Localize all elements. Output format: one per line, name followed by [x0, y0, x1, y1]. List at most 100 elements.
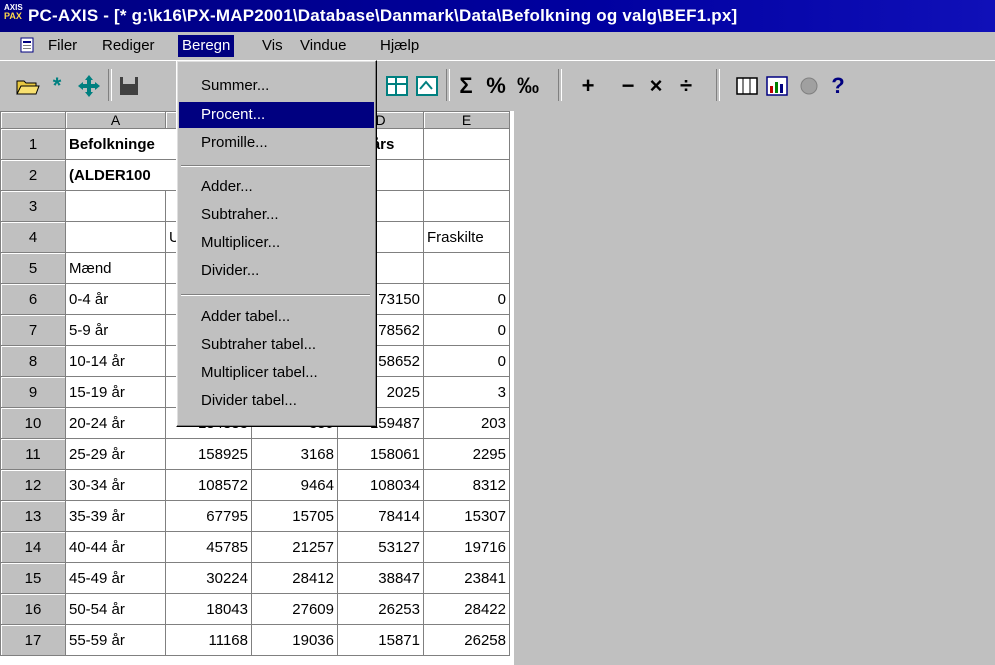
- grid-cell[interactable]: 15705: [251, 500, 338, 532]
- sum-button[interactable]: Σ: [454, 73, 478, 99]
- row-header[interactable]: 8: [0, 345, 66, 377]
- grid-cell[interactable]: 28412: [251, 562, 338, 594]
- row-header[interactable]: 1: [0, 128, 66, 160]
- pivot-table-icon[interactable]: [414, 73, 440, 99]
- grid-cell[interactable]: [65, 190, 166, 222]
- grid-cell[interactable]: 38847: [337, 562, 424, 594]
- add-button[interactable]: +: [576, 73, 600, 99]
- grid-cell[interactable]: 67795: [165, 500, 252, 532]
- grid-cell[interactable]: 25-29 år: [65, 438, 166, 470]
- row-header[interactable]: 7: [0, 314, 66, 346]
- grid-cell[interactable]: 0: [423, 283, 510, 315]
- grid-cell[interactable]: 40-44 år: [65, 531, 166, 563]
- grid-cell[interactable]: 10-14 år: [65, 345, 166, 377]
- menu-filer[interactable]: Filer: [44, 35, 81, 57]
- grid-cell[interactable]: 19036: [251, 624, 338, 656]
- grid-cell[interactable]: 21257: [251, 531, 338, 563]
- save-disk-icon[interactable]: [116, 73, 142, 99]
- row-header[interactable]: 3: [0, 190, 66, 222]
- multiply-button[interactable]: ×: [644, 73, 668, 99]
- grid-cell[interactable]: 30224: [165, 562, 252, 594]
- grid-cell[interactable]: 27609: [251, 593, 338, 625]
- row-header[interactable]: 2: [0, 159, 66, 191]
- row-header[interactable]: 17: [0, 624, 66, 656]
- menu-item-multiplicer[interactable]: Multiplicer...: [179, 230, 374, 256]
- grid-cell[interactable]: 78414: [337, 500, 424, 532]
- grid-cell[interactable]: 26253: [337, 593, 424, 625]
- menu-item-subtraher[interactable]: Subtraher...: [179, 202, 374, 228]
- row-header[interactable]: 15: [0, 562, 66, 594]
- menu-rediger[interactable]: Rediger: [98, 35, 159, 57]
- menu-item-adder[interactable]: Adder...: [179, 174, 374, 200]
- grid-cell[interactable]: 158061: [337, 438, 424, 470]
- menu-item-promille[interactable]: Promille...: [179, 130, 374, 156]
- grid-cell[interactable]: 18043: [165, 593, 252, 625]
- grid-cell[interactable]: (ALDER100: [65, 159, 166, 191]
- menu-item-procent[interactable]: Procent...: [179, 102, 374, 128]
- grid-cell[interactable]: [423, 128, 510, 160]
- pcaxis-app-icon[interactable]: AXIS PAX: [4, 4, 24, 28]
- menu-beregn[interactable]: Beregn: [178, 35, 235, 57]
- menu-hjaelp[interactable]: Hjælp: [376, 35, 423, 57]
- document-icon[interactable]: [18, 36, 36, 54]
- menu-item-multiplicer-tabel[interactable]: Multiplicer tabel...: [179, 360, 374, 386]
- menu-item-adder-tabel[interactable]: Adder tabel...: [179, 304, 374, 330]
- grid-cell[interactable]: 203: [423, 407, 510, 439]
- grid-cell[interactable]: 28422: [423, 593, 510, 625]
- column-header-e[interactable]: E: [423, 111, 510, 129]
- row-header[interactable]: 10: [0, 407, 66, 439]
- grid-cell[interactable]: 15871: [337, 624, 424, 656]
- row-header[interactable]: 5: [0, 252, 66, 284]
- grid-cell[interactable]: 45785: [165, 531, 252, 563]
- grid-cell[interactable]: 19716: [423, 531, 510, 563]
- grid-cell[interactable]: 35-39 år: [65, 500, 166, 532]
- grid-cell[interactable]: [423, 190, 510, 222]
- row-header[interactable]: 4: [0, 221, 66, 253]
- menu-item-summer[interactable]: Summer...: [179, 73, 374, 99]
- grid-cell[interactable]: [423, 252, 510, 284]
- grid-cell[interactable]: 3168: [251, 438, 338, 470]
- menu-vindue[interactable]: Vindue: [296, 35, 350, 57]
- grid-cell[interactable]: 11168: [165, 624, 252, 656]
- row-header[interactable]: 12: [0, 469, 66, 501]
- menu-item-subtraher-tabel[interactable]: Subtraher tabel...: [179, 332, 374, 358]
- grid-cell[interactable]: 5-9 år: [65, 314, 166, 346]
- grid-cell[interactable]: Mænd: [65, 252, 166, 284]
- grid-cell[interactable]: 45-49 år: [65, 562, 166, 594]
- column-header-a[interactable]: A: [65, 111, 166, 129]
- permille-button[interactable]: ‰: [514, 73, 542, 99]
- grid-cell[interactable]: 26258: [423, 624, 510, 656]
- grid-cell[interactable]: 2295: [423, 438, 510, 470]
- map-globe-icon[interactable]: [796, 73, 822, 99]
- grid-cell[interactable]: 0: [423, 345, 510, 377]
- row-header[interactable]: 9: [0, 376, 66, 408]
- table-view-icon[interactable]: [734, 73, 760, 99]
- grid-cell[interactable]: 20-24 år: [65, 407, 166, 439]
- grid-cell[interactable]: 9464: [251, 469, 338, 501]
- row-header[interactable]: 11: [0, 438, 66, 470]
- grid-cell[interactable]: 158925: [165, 438, 252, 470]
- grid-cell[interactable]: 0: [423, 314, 510, 346]
- grid-cell[interactable]: 8312: [423, 469, 510, 501]
- corner-cell[interactable]: [0, 111, 66, 129]
- grid-cell[interactable]: 15307: [423, 500, 510, 532]
- grid-cell[interactable]: 55-59 år: [65, 624, 166, 656]
- move-arrows-icon[interactable]: [76, 73, 102, 99]
- grid-cell[interactable]: 50-54 år: [65, 593, 166, 625]
- chart-icon[interactable]: [764, 73, 790, 99]
- grid-cell[interactable]: Befolkninge: [65, 128, 166, 160]
- grid-cell[interactable]: 108034: [337, 469, 424, 501]
- grid-cell[interactable]: 0-4 år: [65, 283, 166, 315]
- row-header[interactable]: 13: [0, 500, 66, 532]
- row-header[interactable]: 6: [0, 283, 66, 315]
- menu-item-divider-tabel[interactable]: Divider tabel...: [179, 388, 374, 414]
- row-header[interactable]: 14: [0, 531, 66, 563]
- transpose-table-icon[interactable]: [384, 73, 410, 99]
- row-header[interactable]: 16: [0, 593, 66, 625]
- grid-cell[interactable]: 3: [423, 376, 510, 408]
- menu-vis[interactable]: Vis: [258, 35, 287, 57]
- grid-cell[interactable]: [65, 221, 166, 253]
- help-button[interactable]: ?: [826, 73, 850, 99]
- grid-cell[interactable]: 23841: [423, 562, 510, 594]
- divide-button[interactable]: ÷: [674, 73, 698, 99]
